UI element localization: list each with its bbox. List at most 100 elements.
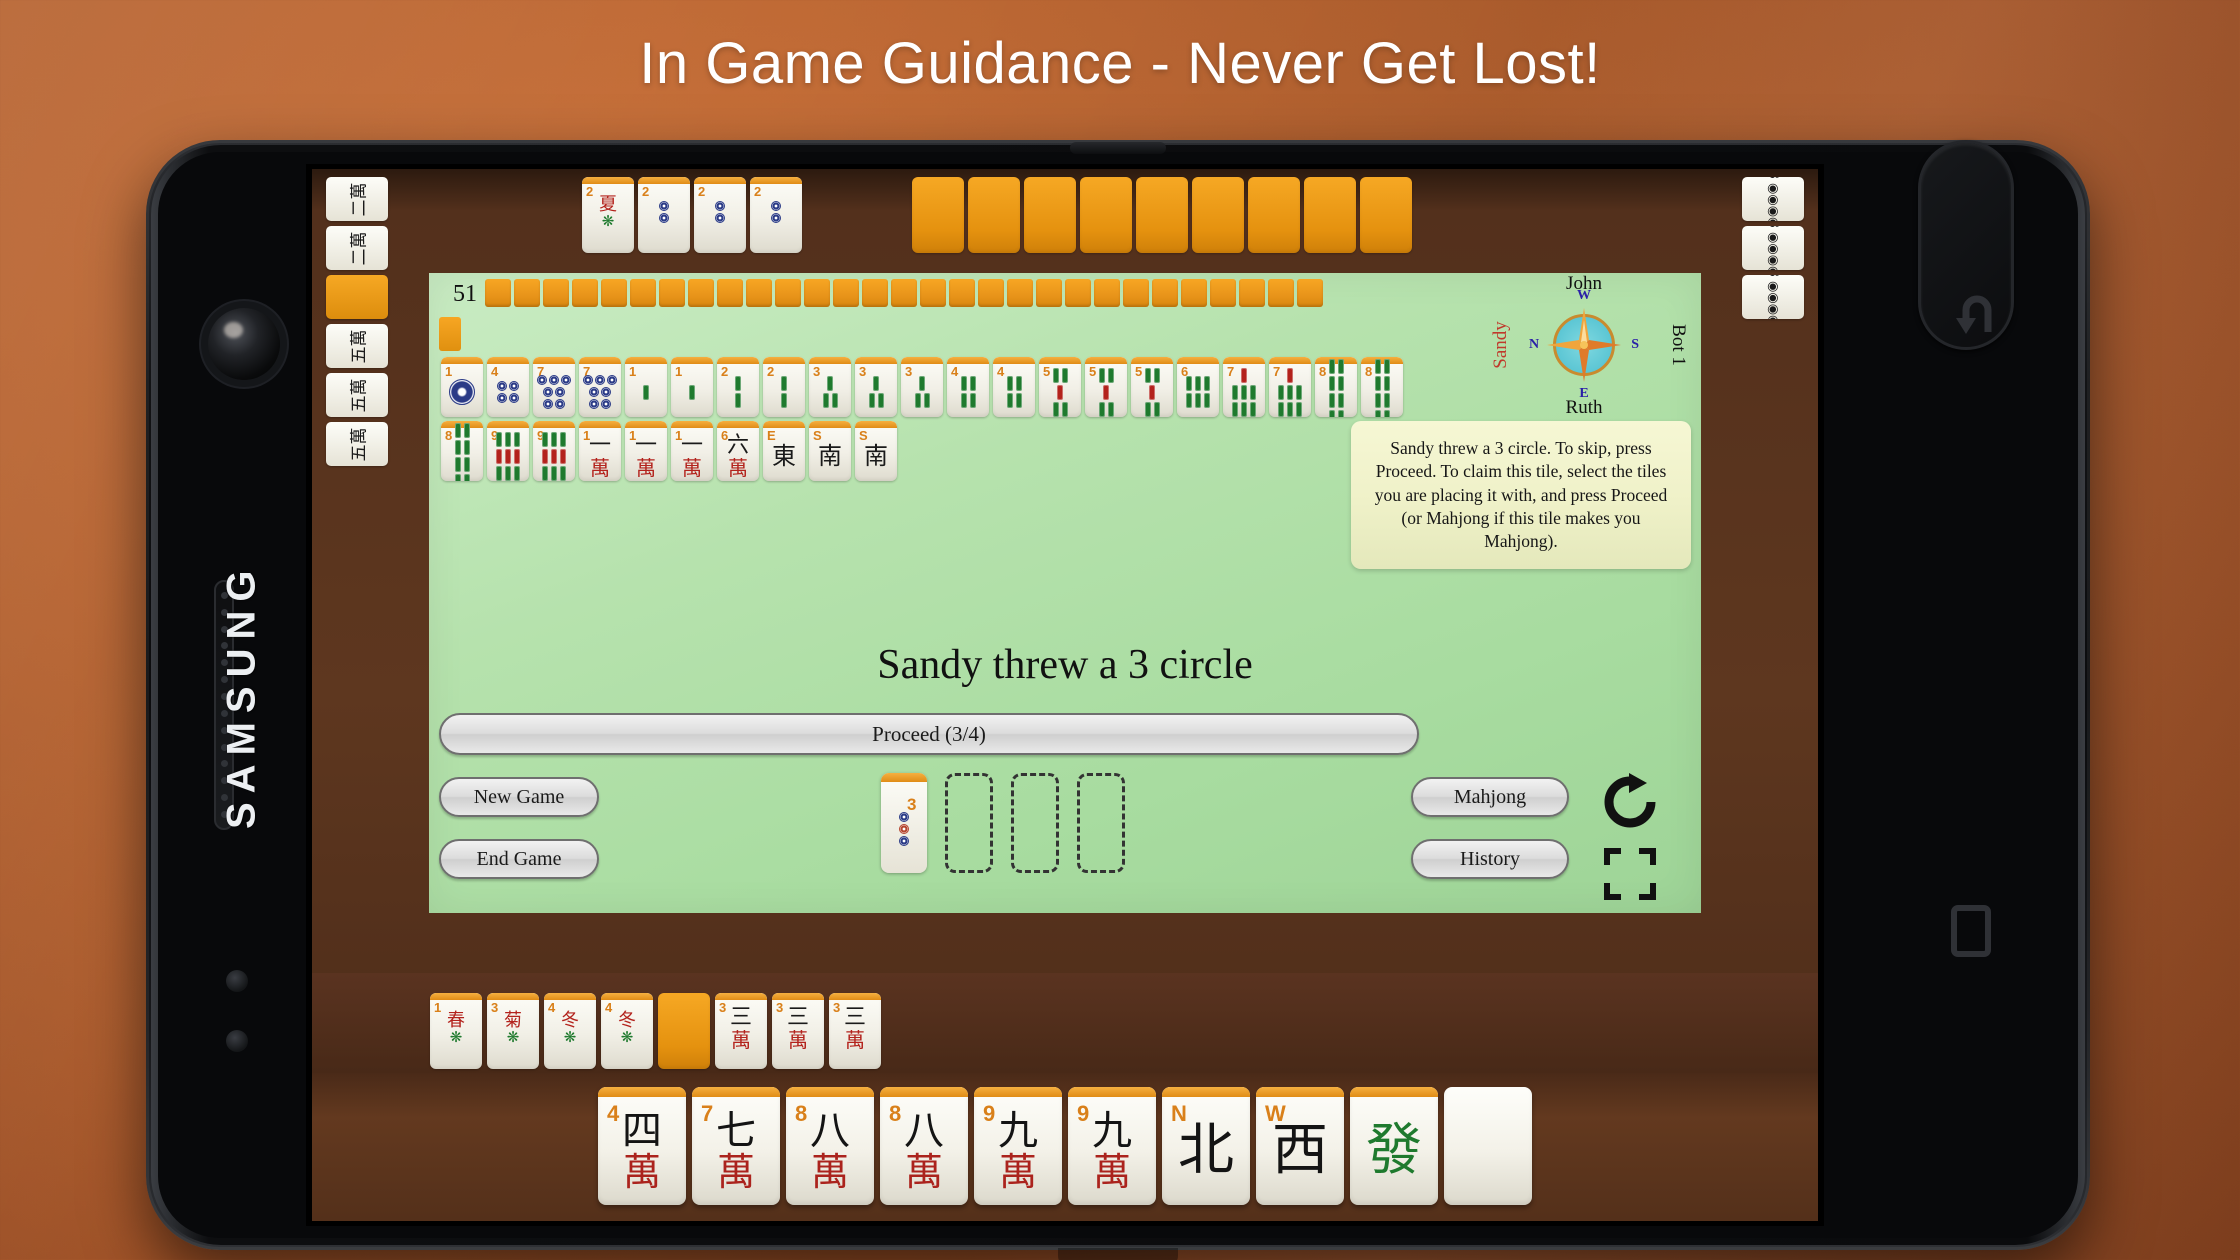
wall-tile: [1007, 279, 1033, 307]
meld-tile: 1 春 ❋: [430, 993, 482, 1069]
status-message: Sandy threw a 3 circle: [877, 642, 1253, 688]
wall-tile: [1036, 279, 1062, 307]
hand-tile[interactable]: 4四萬: [598, 1087, 686, 1205]
opponent-meld-tile: 二萬: [326, 226, 388, 270]
mahjong-tile: 7: [1223, 357, 1265, 417]
facedown-wall-tile: [1248, 177, 1300, 253]
page-title: In Game Guidance - Never Get Lost!: [639, 31, 1601, 96]
mahjong-tile: 6六萬: [717, 421, 759, 481]
recents-icon[interactable]: [1942, 900, 2000, 967]
mahjong-tile: 3: [855, 357, 897, 417]
mahjong-tile: 7: [1269, 357, 1311, 417]
mahjong-tile: 4: [947, 357, 989, 417]
wall-tile: [717, 279, 743, 307]
mahjong-tile: 3: [901, 357, 943, 417]
opponent-meld-tile: 2: [638, 177, 690, 253]
hand-tile[interactable]: 8八萬: [786, 1087, 874, 1205]
fullscreen-icon[interactable]: [1601, 845, 1659, 903]
opponent-meld-tile: 二萬: [326, 177, 388, 221]
discard-pile: 1477112233344555677888991一萬1一萬1一萬6六萬E東S南…: [441, 357, 1441, 481]
wall-tile: [1094, 279, 1120, 307]
top-wall-tiles: [912, 177, 1412, 253]
opponent-meld-tile: 五萬: [326, 422, 388, 466]
wall-tile: [1297, 279, 1323, 307]
thrown-tile[interactable]: 3: [881, 773, 927, 873]
mahjong-tile: 1: [441, 357, 483, 417]
claim-slot[interactable]: [945, 773, 993, 873]
hand-tile[interactable]: [1444, 1087, 1532, 1205]
wall-tile: [862, 279, 888, 307]
claim-area[interactable]: 3: [881, 773, 1125, 873]
mahjong-tile: 2: [717, 357, 759, 417]
claim-slot[interactable]: [1077, 773, 1125, 873]
proceed-button[interactable]: Proceed (3/4): [439, 713, 1419, 755]
hand-tile[interactable]: 發: [1350, 1087, 1438, 1205]
top-player-melds: 2 夏 ❋ 2 2 2: [582, 177, 802, 253]
facedown-wall-tile: [1024, 177, 1076, 253]
brand-logo: SAMSUNG: [219, 561, 264, 829]
hand-tile[interactable]: W西: [1256, 1087, 1344, 1205]
wall-tile: [1268, 279, 1294, 307]
hand-tile[interactable]: 9九萬: [974, 1087, 1062, 1205]
facedown-wall-tile: [1304, 177, 1356, 253]
wall-tile: [543, 279, 569, 307]
mahjong-tile: 8: [1315, 357, 1357, 417]
opponent-meld-tile: 2: [694, 177, 746, 253]
claim-slot[interactable]: [1011, 773, 1059, 873]
facedown-wall-tile: [912, 177, 964, 253]
new-game-button[interactable]: New Game: [439, 777, 599, 817]
mahjong-tile: 2: [763, 357, 805, 417]
mahjong-tile: 5: [1085, 357, 1127, 417]
mahjong-tile: 7: [579, 357, 621, 417]
camera-icon: [208, 308, 280, 380]
facedown-wall-tile: [1080, 177, 1132, 253]
wall-tile-count: 51: [453, 281, 477, 307]
device-right-side: [1918, 140, 2068, 1250]
mahjong-tile: 1: [671, 357, 713, 417]
player-hand[interactable]: 4四萬7七萬8八萬8八萬9九萬9九萬N北W西發: [598, 1087, 1532, 1205]
compass-panel: John Ruth Sandy Bot 1 N S E W: [1481, 273, 1689, 418]
hand-tile[interactable]: 8八萬: [880, 1087, 968, 1205]
hand-tile[interactable]: 9九萬: [1068, 1087, 1156, 1205]
wall-tile: [630, 279, 656, 307]
mahjong-tile: 1一萬: [625, 421, 667, 481]
mahjong-tile: S南: [809, 421, 851, 481]
history-button[interactable]: History: [1411, 839, 1569, 879]
mahjong-tile: 8: [1361, 357, 1403, 417]
meld-tile: 3三萬: [829, 993, 881, 1069]
game-screen: 2 夏 ❋ 2 2 2 二萬 二萬 五萬 五萬 五萬 8 ◉◉◉◉ 8 ◉◉◉◉ 8 ◉◉◉◉ 1 春 ❋…: [312, 169, 1818, 1221]
mahjong-tile: 8: [441, 421, 483, 481]
playing-surface: 51 1477112233344555677888991一萬1一萬1一萬6六萬E…: [429, 273, 1701, 913]
guidance-tooltip: Sandy threw a 3 circle. To skip, press P…: [1351, 421, 1691, 570]
meld-tile: 3三萬: [715, 993, 767, 1069]
compass-west: W: [1577, 288, 1591, 303]
wall-tile: [978, 279, 1004, 307]
mahjong-button[interactable]: Mahjong: [1411, 777, 1569, 817]
opponent-meld-tile: 8 ◉◉◉◉: [1742, 177, 1804, 221]
phone-device: SAMSUNG 2 夏 ❋ 2 2 2 二萬 二萬 五萬 五萬 五萬 8 ◉◉◉…: [146, 140, 2090, 1260]
back-arrow-icon[interactable]: [1948, 288, 2006, 351]
wall-tile: [804, 279, 830, 307]
hand-tile[interactable]: N北: [1162, 1087, 1250, 1205]
opponent-meld-tile: [326, 275, 388, 319]
game-board: 2 夏 ❋ 2 2 2 二萬 二萬 五萬 五萬 五萬 8 ◉◉◉◉ 8 ◉◉◉◉ 8 ◉◉◉◉ 1 春 ❋…: [312, 169, 1818, 1221]
mahjong-tile: 6: [1177, 357, 1219, 417]
end-game-button[interactable]: End Game: [439, 839, 599, 879]
wall-tile: [688, 279, 714, 307]
mahjong-tile: 5: [1131, 357, 1173, 417]
wall-row: [485, 279, 1323, 307]
wall-tile: [1181, 279, 1207, 307]
hand-tile[interactable]: 7七萬: [692, 1087, 780, 1205]
compass-south: S: [1631, 337, 1639, 352]
wall-tile: [775, 279, 801, 307]
mahjong-tile: 4: [993, 357, 1035, 417]
opponent-meld-tile: 五萬: [326, 324, 388, 368]
wall-tile: [1123, 279, 1149, 307]
wall-tile: [601, 279, 627, 307]
wall-tile: [891, 279, 917, 307]
mahjong-tile: 9: [487, 421, 529, 481]
earpiece: [1070, 142, 1166, 154]
compass-north: N: [1529, 337, 1540, 352]
rotate-icon[interactable]: [1599, 771, 1661, 833]
mahjong-tile: E東: [763, 421, 805, 481]
